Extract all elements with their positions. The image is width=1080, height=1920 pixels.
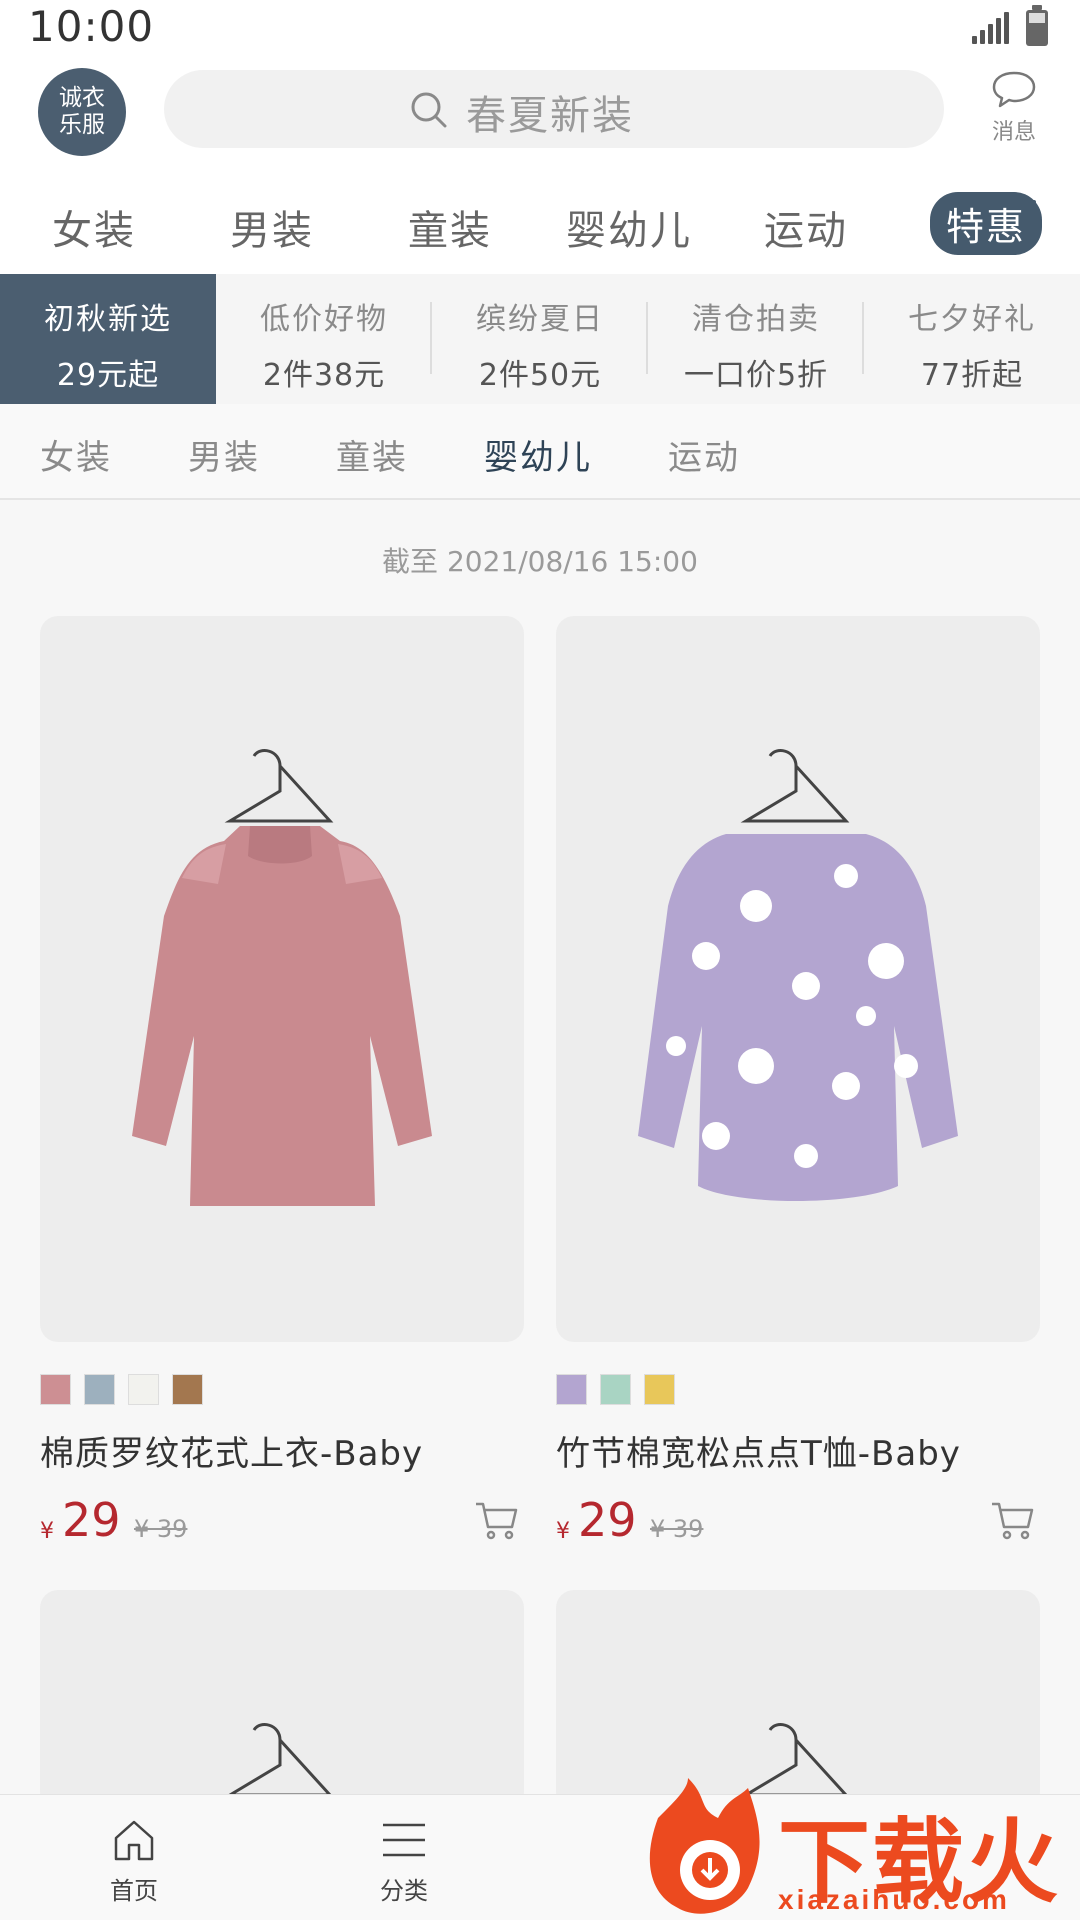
promo-subtitle: 2件38元 <box>262 358 386 393</box>
promo-title: 初秋新选 <box>44 302 172 337</box>
hanger-icon <box>740 1723 850 1797</box>
logo-line-2: 乐服 <box>59 112 105 138</box>
brand-logo[interactable]: 诚衣 乐服 <box>38 68 126 156</box>
sub-category-tabs: 女装 男装 童装 婴幼儿 运动 <box>0 404 1080 500</box>
promo-item-clearance[interactable]: 清仓拍卖 一口价5折 <box>648 274 864 404</box>
promo-subtitle: 2件50元 <box>478 358 602 393</box>
currency-symbol: ¥ <box>556 1519 570 1544</box>
watermark-logo: 下载火 xiazaihuo.com <box>638 1778 1080 1920</box>
sale-price: 29 <box>62 1493 121 1547</box>
cart-icon[interactable] <box>990 1499 1034 1541</box>
product-card[interactable]: 棉质罗纹花式上衣-Baby ¥ 29 ¥ 39 <box>40 616 524 1553</box>
price-row: ¥ 29 ¥ 39 <box>556 1493 1040 1553</box>
subtab-baby[interactable]: 婴幼儿 <box>484 430 592 479</box>
status-time: 10:00 <box>28 2 155 51</box>
message-button[interactable]: 消息 <box>982 70 1046 150</box>
watermark-url: xiazaihuo.com <box>778 1884 1010 1915</box>
signal-icon <box>972 12 1009 44</box>
product-image[interactable] <box>556 616 1040 1342</box>
menu-icon <box>383 1823 425 1857</box>
promo-subtitle: 77折起 <box>920 358 1024 393</box>
promo-item-summer[interactable]: 缤纷夏日 2件50元 <box>432 274 648 404</box>
promo-item-early-autumn[interactable]: 初秋新选 29元起 <box>0 274 216 420</box>
color-swatch[interactable] <box>556 1374 587 1405</box>
logo-line-1: 诚衣 <box>59 85 105 111</box>
subtab-sports[interactable]: 运动 <box>668 430 740 479</box>
search-placeholder: 春夏新装 <box>466 93 634 139</box>
original-price: ¥ 39 <box>650 1515 704 1543</box>
active-tab-indicator <box>958 200 1036 204</box>
promo-item-qixi[interactable]: 七夕好礼 77折起 <box>864 274 1080 404</box>
nav-category[interactable]: 分类 <box>344 1817 464 1906</box>
purple-polka-tshirt-image <box>638 749 958 1201</box>
price-row: ¥ 29 ¥ 39 <box>40 1493 524 1553</box>
product-card[interactable] <box>40 1590 524 1810</box>
chat-bubble-icon <box>992 71 1036 108</box>
category-tabs: 女装 男装 童装 婴幼儿 运动 特惠 <box>0 186 1080 274</box>
currency-symbol: ¥ <box>40 1519 54 1544</box>
nav-label: 首页 <box>110 1877 158 1905</box>
tab-kids[interactable]: 童装 <box>408 198 492 256</box>
tab-sports[interactable]: 运动 <box>764 198 848 256</box>
color-swatch[interactable] <box>644 1374 675 1405</box>
status-bar: 10:00 <box>0 0 1080 56</box>
nav-home[interactable]: 首页 <box>74 1817 194 1906</box>
pink-top-image <box>132 749 432 1206</box>
color-swatch[interactable] <box>40 1374 71 1405</box>
color-swatch[interactable] <box>600 1374 631 1405</box>
message-label: 消息 <box>991 120 1036 145</box>
tab-women[interactable]: 女装 <box>52 198 136 256</box>
promo-title: 七夕好礼 <box>908 302 1036 337</box>
search-icon <box>411 92 447 128</box>
tab-baby[interactable]: 婴幼儿 <box>566 198 692 256</box>
promo-title: 缤纷夏日 <box>476 302 604 337</box>
color-swatch[interactable] <box>172 1374 203 1405</box>
hanger-icon <box>224 1723 334 1797</box>
product-image[interactable] <box>40 1590 524 1810</box>
color-swatches <box>556 1374 1040 1406</box>
promo-subtitle: 29元起 <box>56 358 160 393</box>
original-price: ¥ 39 <box>134 1515 188 1543</box>
product-image[interactable] <box>556 1590 1040 1810</box>
flame-icon <box>649 1778 760 1914</box>
color-swatches <box>40 1374 524 1406</box>
promo-item-low-price[interactable]: 低价好物 2件38元 <box>216 274 432 404</box>
promo-strip: 初秋新选 29元起 低价好物 2件38元 缤纷夏日 2件50元 清仓拍卖 一口价… <box>0 274 1080 420</box>
sale-price: 29 <box>578 1493 637 1547</box>
app-header: 诚衣 乐服 春夏新装 消息 女装 男装 童装 婴幼儿 运动 特惠 <box>0 56 1080 274</box>
deadline-text: 截至 2021/08/16 15:00 <box>382 545 698 578</box>
subtab-kids[interactable]: 童装 <box>336 430 408 479</box>
subtab-women[interactable]: 女装 <box>40 430 112 479</box>
color-swatch[interactable] <box>128 1374 159 1405</box>
product-image[interactable] <box>40 616 524 1342</box>
product-name[interactable]: 棉质罗纹花式上衣-Baby <box>40 1426 524 1475</box>
subtab-men[interactable]: 男装 <box>188 430 260 479</box>
nav-label: 分类 <box>380 1877 428 1905</box>
promo-subtitle: 一口价5折 <box>683 358 829 393</box>
home-icon <box>114 1820 154 1861</box>
tab-men[interactable]: 男装 <box>230 198 314 256</box>
product-name[interactable]: 竹节棉宽松点点T恤-Baby <box>556 1426 1040 1475</box>
battery-icon <box>1026 5 1048 46</box>
promo-title: 低价好物 <box>260 302 388 337</box>
search-bar[interactable]: 春夏新装 <box>164 70 944 148</box>
product-card[interactable] <box>556 1590 1040 1810</box>
promo-title: 清仓拍卖 <box>692 302 820 337</box>
color-swatch[interactable] <box>84 1374 115 1405</box>
cart-icon[interactable] <box>474 1499 518 1541</box>
product-card[interactable]: 竹节棉宽松点点T恤-Baby ¥ 29 ¥ 39 <box>556 616 1040 1553</box>
